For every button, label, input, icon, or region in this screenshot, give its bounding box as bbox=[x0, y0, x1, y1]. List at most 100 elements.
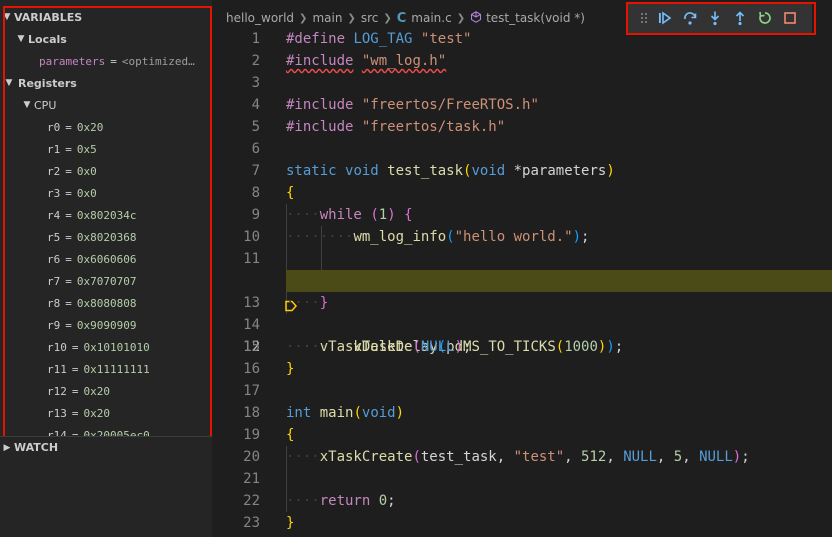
register-value: 0x5 bbox=[76, 142, 97, 156]
debug-current-line-icon bbox=[218, 275, 298, 312]
cpu-group[interactable]: ▼ CPU bbox=[0, 94, 212, 116]
locals-label: Locals bbox=[28, 32, 67, 46]
variable-name: parameters bbox=[39, 54, 106, 68]
register-row[interactable]: r8 = 0x8080808 bbox=[0, 292, 212, 314]
chevron-down-icon: ▼ bbox=[17, 34, 25, 44]
register-row[interactable]: r6 = 0x6060606 bbox=[0, 248, 212, 270]
register-value: 0x20 bbox=[83, 384, 111, 398]
variables-section-header[interactable]: ▼ VARIABLES bbox=[0, 6, 212, 28]
stop-button[interactable] bbox=[777, 7, 802, 29]
register-value: 0x802034c bbox=[76, 208, 137, 222]
line-number: 17 bbox=[243, 383, 260, 399]
line-number: 5 bbox=[251, 119, 260, 135]
line-number: 14 bbox=[243, 317, 260, 333]
register-row[interactable]: r0 = 0x20 bbox=[0, 116, 212, 138]
register-name: r10 bbox=[47, 340, 67, 354]
stop-icon bbox=[783, 12, 796, 24]
register-value: 0x8080808 bbox=[76, 296, 137, 310]
current-line-highlight bbox=[286, 270, 832, 292]
register-value: 0x0 bbox=[76, 164, 97, 178]
register-equals: = bbox=[71, 406, 79, 420]
register-row[interactable]: r13 = 0x20 bbox=[0, 402, 212, 424]
restart-button[interactable] bbox=[752, 7, 777, 29]
restart-icon bbox=[758, 11, 771, 24]
register-name: r7 bbox=[47, 274, 61, 288]
code-line[interactable]: 9 ····while (1) { bbox=[212, 204, 832, 226]
code-line[interactable]: 2 #include "wm_log.h" bbox=[212, 50, 832, 72]
step-out-button[interactable] bbox=[727, 7, 752, 29]
code-line[interactable]: 13 ····} bbox=[212, 292, 832, 314]
code-line[interactable]: 18 int main(void) bbox=[212, 402, 832, 424]
chevron-down-icon: ▼ bbox=[23, 100, 31, 110]
register-value: 0x11111111 bbox=[83, 362, 150, 376]
line-number: 6 bbox=[251, 141, 260, 157]
code-line[interactable]: 22 ····return 0; bbox=[212, 490, 832, 512]
register-name: r2 bbox=[47, 164, 61, 178]
code-line[interactable]: 15 ····vTaskDelete(NULL); bbox=[212, 336, 832, 358]
registers-label: Registers bbox=[18, 76, 77, 90]
breadcrumb-file-main-c[interactable]: main.c bbox=[411, 11, 451, 25]
line-number: 8 bbox=[251, 185, 260, 201]
locals-scope[interactable]: ▼ Locals bbox=[0, 28, 212, 50]
code-line[interactable]: 4 #include "freertos/FreeRTOS.h" bbox=[212, 94, 832, 116]
code-line[interactable]: 16} bbox=[212, 358, 832, 380]
code-line[interactable]: 8{ bbox=[212, 182, 832, 204]
code-line[interactable]: 14 bbox=[212, 314, 832, 336]
register-equals: = bbox=[65, 296, 72, 310]
code-line[interactable]: 20 ····xTaskCreate(test_task, "test", 512… bbox=[212, 446, 832, 468]
step-out-icon bbox=[735, 11, 744, 26]
register-value: 0x0 bbox=[76, 186, 97, 200]
code-line[interactable]: 10 ········wm_log_info("hello world."); bbox=[212, 226, 832, 248]
register-row[interactable]: r10 = 0x10101010 bbox=[0, 336, 212, 358]
line-number: 11 bbox=[243, 251, 260, 267]
registers-scope[interactable]: ▼ Registers bbox=[0, 72, 212, 94]
register-row[interactable]: r2 = 0x0 bbox=[0, 160, 212, 182]
register-equals: = bbox=[65, 252, 72, 266]
register-value: 0x8020368 bbox=[76, 230, 137, 244]
code-line[interactable]: 21 bbox=[212, 468, 832, 490]
debug-sidebar: ▼ VARIABLES ▼ Locals parameters = <optim… bbox=[0, 0, 212, 537]
variable-equals: = bbox=[110, 54, 117, 68]
line-number: 1 bbox=[251, 31, 260, 47]
code-line[interactable]: 11 bbox=[212, 248, 832, 270]
breadcrumb-folder-src[interactable]: src bbox=[361, 11, 379, 25]
breadcrumb-folder-hello-world[interactable]: hello_world bbox=[226, 11, 294, 25]
register-row[interactable]: r5 = 0x8020368 bbox=[0, 226, 212, 248]
register-row[interactable]: r9 = 0x9090909 bbox=[0, 314, 212, 336]
chevron-right-icon: ❯ bbox=[456, 12, 466, 24]
code-editor[interactable]: hello_world ❯ main ❯ src ❯ C main.c ❯ te… bbox=[212, 0, 832, 537]
code-line[interactable]: 5 #include "freertos/task.h" bbox=[212, 116, 832, 138]
step-into-icon bbox=[710, 11, 719, 26]
code-line-current[interactable]: 12 ········vTaskDelay(pdMS_TO_TICKS(1000)… bbox=[212, 270, 832, 355]
register-row[interactable]: r3 = 0x0 bbox=[0, 182, 212, 204]
register-value: 0x20 bbox=[76, 120, 104, 134]
breadcrumb-folder-main[interactable]: main bbox=[312, 11, 342, 25]
line-number: 22 bbox=[243, 493, 260, 509]
code-line[interactable]: 19{ bbox=[212, 424, 832, 446]
breadcrumb: hello_world ❯ main ❯ src ❯ C main.c ❯ te… bbox=[226, 9, 585, 27]
register-row[interactable]: r11 = 0x11111111 bbox=[0, 358, 212, 380]
register-row[interactable]: r4 = 0x802034c bbox=[0, 204, 212, 226]
code-line[interactable]: 3 bbox=[212, 72, 832, 94]
register-equals: = bbox=[71, 384, 79, 398]
cpu-label: CPU bbox=[34, 98, 57, 112]
variable-parameters[interactable]: parameters = <optimized… bbox=[0, 50, 212, 72]
variable-value: <optimized… bbox=[121, 54, 195, 68]
line-number: 4 bbox=[251, 97, 260, 113]
code-line[interactable]: 17 bbox=[212, 380, 832, 402]
continue-button[interactable] bbox=[652, 7, 677, 29]
drag-handle-icon[interactable] bbox=[636, 7, 652, 29]
code-line[interactable]: 1 #define LOG_TAG "test" bbox=[212, 28, 832, 50]
breadcrumb-symbol-test-task[interactable]: test_task(void *) bbox=[486, 11, 585, 25]
step-into-button[interactable] bbox=[702, 7, 727, 29]
line-number: 16 bbox=[243, 361, 260, 377]
register-row[interactable]: r1 = 0x5 bbox=[0, 138, 212, 160]
register-name: r6 bbox=[47, 252, 61, 266]
code-line[interactable]: 7 static void test_task(void *parameters) bbox=[212, 160, 832, 182]
watch-section-header[interactable]: ▶ WATCH bbox=[0, 436, 212, 458]
step-over-button[interactable] bbox=[677, 7, 702, 29]
code-line[interactable]: 23} bbox=[212, 512, 832, 534]
register-row[interactable]: r12 = 0x20 bbox=[0, 380, 212, 402]
register-row[interactable]: r7 = 0x7070707 bbox=[0, 270, 212, 292]
code-line[interactable]: 6 bbox=[212, 138, 832, 160]
